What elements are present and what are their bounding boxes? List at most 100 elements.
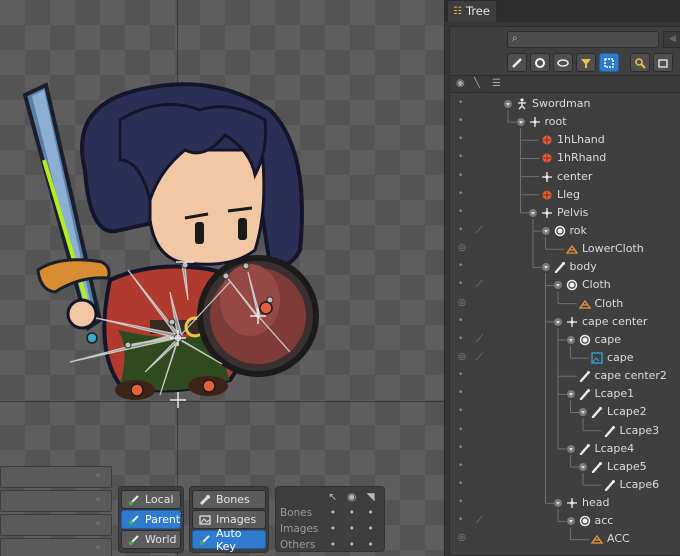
hidden-eye-icon[interactable]: ◎ (458, 298, 466, 307)
others-visible-toggle[interactable]: • (342, 539, 361, 551)
collapse-toggle-icon[interactable] (552, 497, 564, 509)
collapse-toggle-icon[interactable] (540, 225, 552, 237)
property-row[interactable]: ◦ (0, 538, 112, 556)
visibility-dot-icon[interactable]: • (458, 461, 466, 470)
visibility-dot-icon[interactable]: • (458, 135, 466, 144)
visibility-dot-icon[interactable]: • (458, 171, 466, 180)
visibility-dot-icon[interactable]: • (458, 99, 466, 108)
tree-row[interactable]: ◎ LowerCloth (450, 240, 680, 258)
tree-row[interactable]: • ⟋ rok (450, 222, 680, 240)
tree-row[interactable]: • Lcape5 (450, 458, 680, 476)
collapse-toggle-icon[interactable] (565, 515, 577, 527)
property-row[interactable]: ◦ (0, 466, 112, 488)
constraint-filter-icon[interactable] (576, 53, 596, 72)
world-axis-button[interactable]: World (121, 530, 181, 549)
key-icon[interactable]: ⟋ (476, 334, 483, 345)
visibility-dot-icon[interactable]: • (458, 407, 466, 416)
collapse-icon[interactable] (653, 53, 673, 72)
tree-row[interactable]: • Swordman (450, 95, 680, 113)
collapse-toggle-icon[interactable] (565, 443, 577, 455)
tree-row[interactable]: ◎ ⟋ cape (450, 349, 680, 367)
images-select-toggle[interactable]: • (323, 523, 342, 535)
collapse-toggle-icon[interactable] (552, 279, 564, 291)
bone-filter-icon[interactable] (507, 53, 527, 72)
key-icon[interactable]: ⟋ (476, 515, 483, 526)
tree-row[interactable]: • Lcape3 (450, 422, 680, 440)
hidden-eye-icon[interactable]: ◎ (458, 352, 466, 361)
attachment-filter-icon[interactable] (553, 53, 573, 72)
parent-axis-button[interactable]: Parent (121, 510, 181, 529)
collapse-toggle-icon[interactable] (502, 98, 514, 110)
tree-row[interactable]: • 1hLhand (450, 131, 680, 149)
collapse-toggle-icon[interactable] (527, 207, 539, 219)
visibility-dot-icon[interactable]: • (458, 280, 466, 289)
tree-row[interactable]: • root (450, 113, 680, 131)
key-icon[interactable]: ◦ (95, 471, 107, 483)
visibility-dot-icon[interactable]: • (458, 425, 466, 434)
others-select-toggle[interactable]: • (323, 539, 342, 551)
tree-row[interactable]: • 1hRhand (450, 149, 680, 167)
eye-column-icon[interactable]: ◉ (456, 78, 465, 89)
visibility-dot-icon[interactable]: • (458, 443, 466, 452)
compensate-bones-button[interactable]: Bones (192, 490, 266, 509)
bones-names-toggle[interactable]: • (361, 507, 380, 519)
tree-row[interactable]: • ⟋ acc (450, 512, 680, 530)
hierarchy-column-icon[interactable]: ☰ (492, 78, 501, 89)
tree-row[interactable]: • Lcape4 (450, 440, 680, 458)
local-axis-button[interactable]: Local (121, 490, 181, 509)
images-visible-toggle[interactable]: • (342, 523, 361, 535)
tree-row[interactable]: • Lcape2 (450, 403, 680, 421)
search-input[interactable]: ⌕ (507, 31, 659, 48)
visibility-dot-icon[interactable]: • (458, 389, 466, 398)
visibility-dot-icon[interactable]: • (458, 516, 466, 525)
viewport[interactable]: ◦ ◦ ◦ ◦ Local Parent World Bones Images (0, 0, 444, 556)
collapse-toggle-icon[interactable] (540, 261, 552, 273)
others-names-toggle[interactable]: • (361, 539, 380, 551)
hidden-eye-icon[interactable]: ◎ (458, 534, 466, 543)
visibility-dot-icon[interactable]: • (458, 189, 466, 198)
visibility-dot-icon[interactable]: • (458, 262, 466, 271)
visibility-dot-icon[interactable]: • (458, 371, 466, 380)
collapse-toggle-icon[interactable] (515, 116, 527, 128)
bones-visible-toggle[interactable]: • (342, 507, 361, 519)
collapse-toggle-icon[interactable] (577, 461, 589, 473)
tree-row[interactable]: ◎ Cloth (450, 295, 680, 313)
tree-row[interactable]: • body (450, 258, 680, 276)
tree-row[interactable]: • head (450, 494, 680, 512)
collapse-toggle-icon[interactable] (565, 388, 577, 400)
visibility-dot-icon[interactable]: • (458, 479, 466, 488)
key-icon[interactable]: ⟋ (476, 352, 483, 363)
tree-row[interactable]: • center (450, 168, 680, 186)
tree-row[interactable]: • cape center2 (450, 367, 680, 385)
visibility-dot-icon[interactable]: • (458, 316, 466, 325)
tree-row[interactable]: • ⟋ cape (450, 331, 680, 349)
visibility-dot-icon[interactable]: • (458, 153, 466, 162)
search-clear-button[interactable]: ◀ (663, 31, 680, 48)
visibility-dot-icon[interactable]: • (458, 225, 466, 234)
images-names-toggle[interactable]: • (361, 523, 380, 535)
tree-row[interactable]: • Lcape6 (450, 476, 680, 494)
key-column-icon[interactable]: ╲ (474, 78, 480, 89)
visibility-dot-icon[interactable]: • (458, 498, 466, 507)
collapse-toggle-icon[interactable] (552, 316, 564, 328)
visibility-dot-icon[interactable]: • (458, 117, 466, 126)
bones-select-toggle[interactable]: • (323, 507, 342, 519)
tree-row[interactable]: • ⟋ Cloth (450, 276, 680, 294)
slot-filter-icon[interactable] (530, 53, 550, 72)
tree-row[interactable]: • cape center (450, 313, 680, 331)
selected-filter-icon[interactable] (599, 53, 619, 72)
hidden-eye-icon[interactable]: ◎ (458, 244, 466, 253)
key-icon[interactable]: ◦ (95, 543, 107, 555)
visibility-dot-icon[interactable]: • (458, 334, 466, 343)
collapse-toggle-icon[interactable] (577, 406, 589, 418)
tab-tree[interactable]: ☷ Tree (447, 0, 497, 22)
key-icon[interactable]: ⟋ (476, 225, 483, 236)
tree-row[interactable]: • Pelvis (450, 204, 680, 222)
tree-row[interactable]: • Lcape1 (450, 385, 680, 403)
property-row[interactable]: ◦ (0, 490, 112, 512)
tree-row[interactable]: ◎ ACC (450, 530, 680, 548)
collapse-toggle-icon[interactable] (565, 334, 577, 346)
visibility-dot-icon[interactable]: • (458, 207, 466, 216)
pin-icon[interactable] (630, 53, 650, 72)
key-icon[interactable]: ◦ (95, 495, 107, 507)
